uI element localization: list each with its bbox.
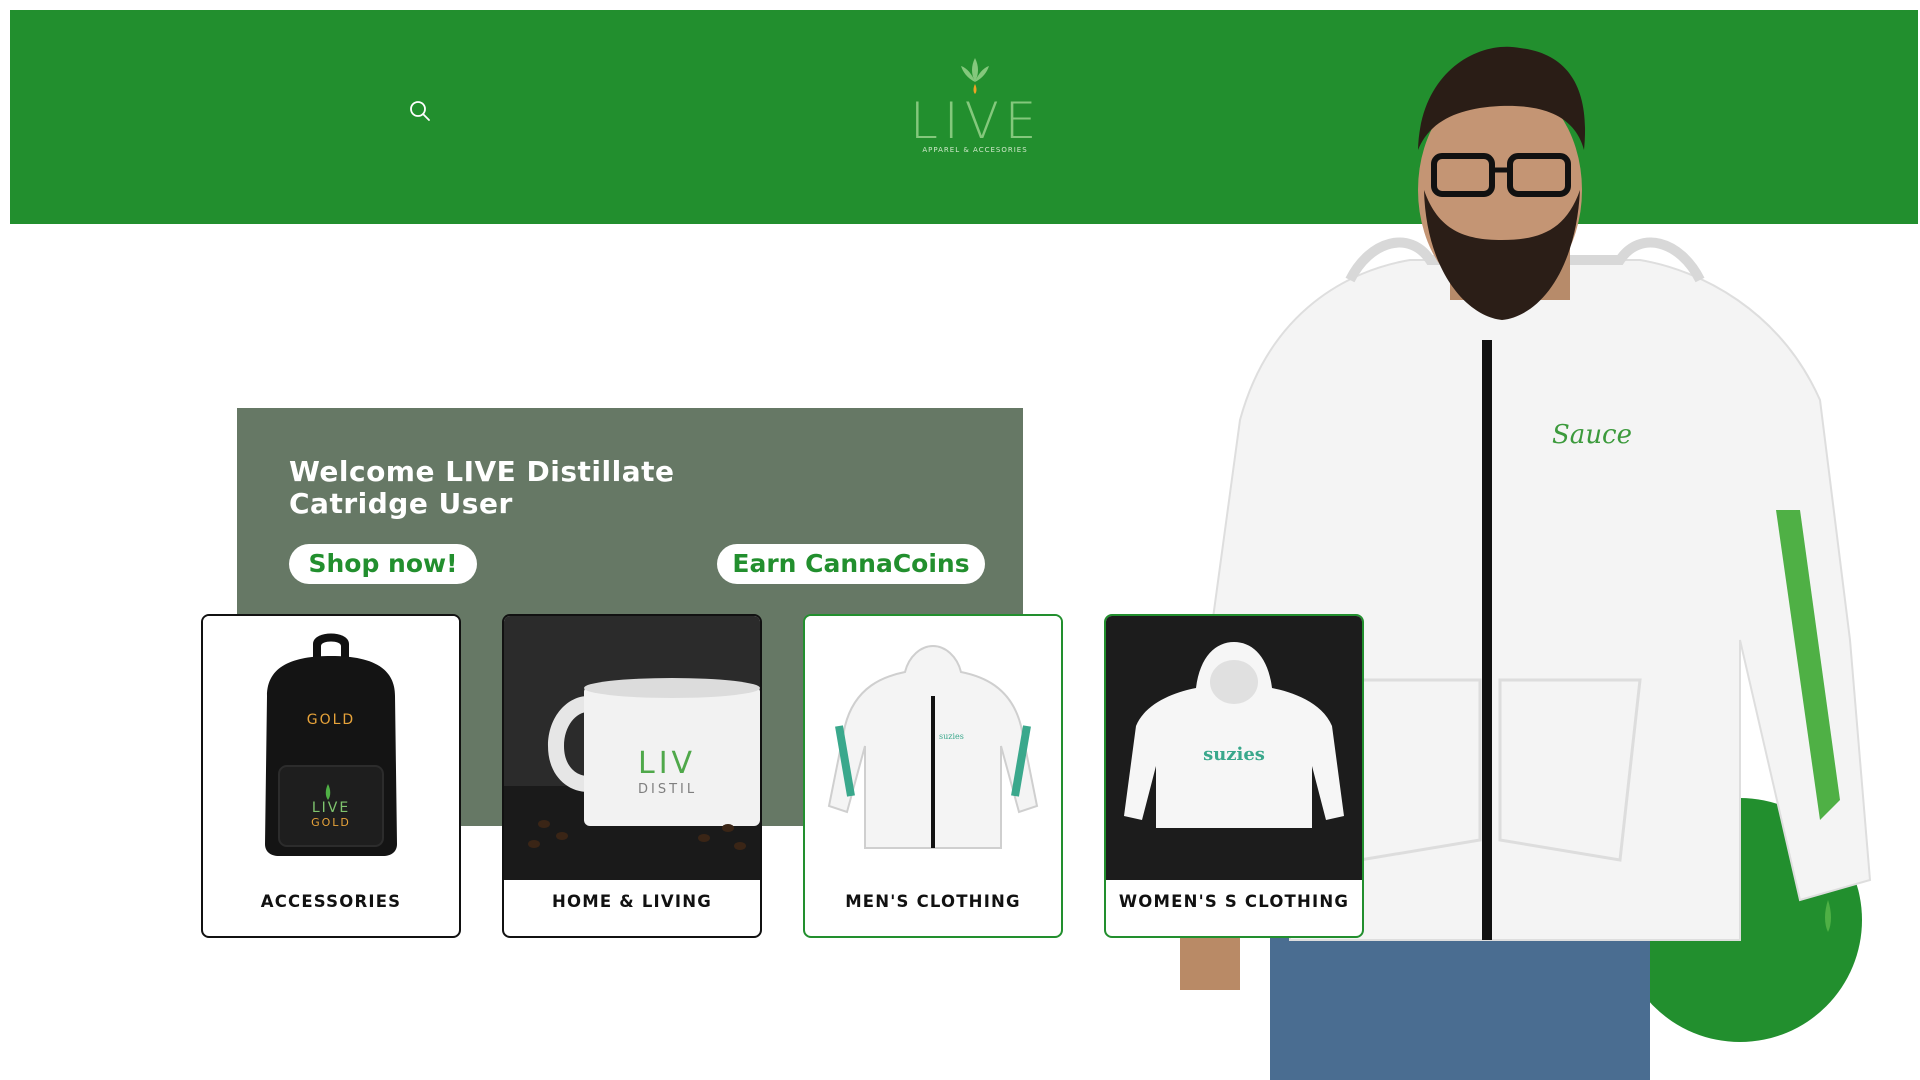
welcome-title-line2: Catridge User bbox=[289, 487, 513, 520]
welcome-title-line1: Welcome LIVE Distillate bbox=[289, 455, 675, 488]
womens-hoodie-print: suzies bbox=[1203, 744, 1265, 765]
logo[interactable]: LIVE APPAREL & ACCESORIES bbox=[910, 56, 1040, 160]
mug-image bbox=[504, 616, 760, 880]
category-label: HOME & LIVING bbox=[552, 892, 712, 911]
category-label: ACCESSORIES bbox=[260, 892, 402, 911]
welcome-title: Welcome LIVE Distillate Catridge User bbox=[289, 456, 749, 520]
backpack-print-logo: LIVE bbox=[311, 800, 351, 816]
backpack-image bbox=[203, 616, 459, 880]
mug-print-top: LIV bbox=[638, 746, 697, 781]
backpack-print-sub: GOLD bbox=[311, 816, 351, 829]
category-card-home-living[interactable]: LIV DISTIL HOME & LIVING bbox=[502, 614, 762, 938]
mug-print-sub: DISTIL bbox=[638, 782, 698, 797]
mens-hoodie-print: suzies bbox=[939, 732, 964, 741]
shop-now-button[interactable]: Shop now! bbox=[289, 544, 477, 584]
search-button[interactable] bbox=[405, 96, 435, 126]
logo-tagline: APPAREL & ACCESORIES bbox=[922, 146, 1028, 154]
backpack-print-top: GOLD bbox=[306, 712, 356, 728]
category-label: WOMEN'S S CLOTHING bbox=[1118, 892, 1350, 911]
category-label: MEN'S CLOTHING bbox=[845, 892, 1021, 911]
search-icon bbox=[410, 101, 430, 121]
category-card-mens-clothing[interactable]: suzies MEN'S CLOTHING bbox=[803, 614, 1063, 938]
earn-cannacoins-button[interactable]: Earn CannaCoins bbox=[717, 544, 985, 584]
logo-word: LIVE bbox=[910, 92, 1043, 150]
hoodie-print-text: Sauce bbox=[1552, 420, 1633, 450]
mens-hoodie-image bbox=[805, 616, 1061, 880]
category-card-womens-clothing[interactable]: suzies WOMEN'S S CLOTHING bbox=[1104, 614, 1364, 938]
category-card-accessories[interactable]: GOLD LIVE GOLD ACCESSORIES bbox=[201, 614, 461, 938]
leaf-logo-icon bbox=[961, 58, 989, 94]
